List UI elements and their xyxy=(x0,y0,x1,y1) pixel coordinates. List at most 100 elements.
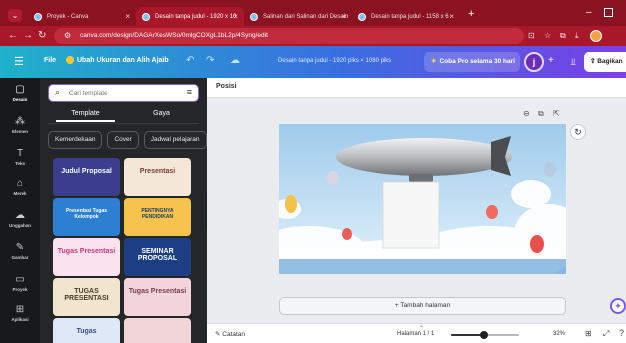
left-sidebar: ▢ Desain ⁂ Elemen T Teks ⌂ Merek ☁ Unggahan ✎ Gamba… xyxy=(0,78,40,343)
forward-arrow-icon[interactable]: → xyxy=(23,30,33,42)
menu-icon[interactable]: ☰ xyxy=(14,55,24,68)
new-tab-button[interactable]: + xyxy=(468,8,474,20)
add-people-icon[interactable]: + xyxy=(548,55,554,66)
resize-button[interactable]: Ubah Ukuran dan Alih Ajaib xyxy=(66,56,169,64)
template-thumbnail[interactable]: Presentasi xyxy=(124,158,191,196)
template-thumbnail[interactable]: TUGAS PRESENTASI xyxy=(53,278,120,316)
magic-assistant-icon[interactable]: ✦ xyxy=(610,298,626,314)
sea-band xyxy=(279,259,566,274)
filter-sliders-icon[interactable]: ≡ xyxy=(187,87,192,97)
rail-item-proyek[interactable]: ▭ Proyek xyxy=(0,274,40,292)
search-icon: ⌕ xyxy=(55,87,61,97)
browser-tab-proyek[interactable]: Proyek - Canva × xyxy=(28,7,136,26)
zoom-percentage[interactable]: 32% xyxy=(553,331,565,337)
chip-kemerdekaan[interactable]: Kemerdekaan xyxy=(48,131,103,149)
rail-item-label: Desain xyxy=(12,97,28,102)
editor-area: Posisi ⊖ ⧉ ⇱ ↻ + Tambah halaman ✦ ✎ Cata… xyxy=(207,78,626,343)
file-menu-button[interactable]: File xyxy=(44,57,56,64)
undo-icon[interactable]: ↶ xyxy=(186,55,194,66)
url-text: canva.com/design/DAGArXesWSo/0mlgCOXgL1b… xyxy=(80,32,268,39)
design-canvas[interactable] xyxy=(279,124,566,274)
zoom-slider[interactable] xyxy=(451,331,519,339)
tab-gaya[interactable]: Gaya xyxy=(124,108,199,120)
add-page-button[interactable]: + Tambah halaman xyxy=(279,297,566,315)
share-button[interactable]: ⇪ Bagikan xyxy=(584,52,626,72)
template-thumbnail[interactable]: Judul Proposal xyxy=(53,158,120,196)
editor-toolbar: Posisi xyxy=(207,78,626,98)
rail-item-gambar[interactable]: ✎ Gambar xyxy=(0,242,40,260)
tab-template[interactable]: Template xyxy=(48,108,123,122)
close-tab-icon[interactable]: × xyxy=(449,12,454,21)
user-avatar[interactable]: j xyxy=(524,52,544,72)
rail-item-label: Unggahan xyxy=(9,223,31,228)
translate-icon[interactable]: ⊡ xyxy=(528,31,535,40)
zoom-slider-fill xyxy=(451,334,484,336)
template-search[interactable]: ⌕ ≡ xyxy=(48,84,199,102)
template-title: Tugas Presentasi xyxy=(128,288,187,295)
reload-icon[interactable]: ↻ xyxy=(38,30,46,42)
tab-search-button[interactable]: ⌄ xyxy=(8,9,22,22)
template-thumbnail[interactable] xyxy=(124,318,191,343)
search-input[interactable] xyxy=(69,88,179,99)
rail-item-desain[interactable]: ▢ Desain xyxy=(0,82,40,102)
extensions-icon[interactable]: ⧉ xyxy=(560,31,566,41)
duplicate-page-icon[interactable]: ⧉ xyxy=(538,109,544,119)
editor-footer: ✎ Catatan ⌃ Halaman 1 / 1 32% ⊞ ⤢ ? xyxy=(207,323,626,343)
grid-view-icon[interactable]: ⊞ xyxy=(585,329,592,338)
insights-chart-icon[interactable]: ⫫ xyxy=(566,54,580,70)
chip-jadwal-pelajaran[interactable]: Jadwal pelajaran xyxy=(143,131,207,149)
lock-page-icon[interactable]: ⊖ xyxy=(523,109,530,118)
document-title[interactable]: Desain tanpa judul - 1920 piks × 1080 pi… xyxy=(278,58,391,64)
site-settings-icon[interactable]: ⚙ xyxy=(64,28,71,44)
browser-tab-strip: ⌄ Proyek - Canva × Desain tanpa judul - … xyxy=(0,0,626,26)
template-title: Tugas xyxy=(76,328,97,335)
chip-cover[interactable]: Cover xyxy=(107,131,139,149)
rail-item-label: Teks xyxy=(15,161,25,166)
template-thumbnail[interactable]: Tugas Presentasi xyxy=(124,278,191,316)
template-thumbnail[interactable]: Tugas Presentasi xyxy=(53,238,120,276)
fullscreen-icon[interactable]: ⤢ xyxy=(603,329,609,339)
rail-item-aplikasi[interactable]: ⊞ Aplikasi xyxy=(0,304,40,322)
rail-item-teks[interactable]: T Teks xyxy=(0,148,40,166)
rail-item-label: Merek xyxy=(13,191,27,196)
notes-button[interactable]: ✎ Catatan xyxy=(215,330,245,338)
close-tab-icon[interactable]: × xyxy=(341,12,346,21)
add-page-top-icon[interactable]: ⇱ xyxy=(553,109,560,118)
banner xyxy=(382,181,440,249)
canva-header: ☰ File Ubah Ukuran dan Alih Ajaib ↶ ↷ ☁ … xyxy=(0,46,626,78)
template-thumbnail[interactable]: PENTINGNYA PENDIDIKAN xyxy=(124,198,191,236)
browser-tab-salinan[interactable]: Salinan dari Salinan dari Desain × xyxy=(244,7,352,26)
template-panel: ⌕ ≡ Template Gaya Kemerdekaan Cover Jadw… xyxy=(40,78,207,343)
rail-item-elemen[interactable]: ⁂ Elemen xyxy=(0,116,40,134)
rail-item-unggahan[interactable]: ☁ Unggahan xyxy=(0,210,40,228)
browser-profile-avatar[interactable] xyxy=(590,30,602,42)
rail-desain-icon: ▢ xyxy=(15,84,25,95)
template-thumbnail[interactable]: Tugas xyxy=(53,318,120,343)
address-bar[interactable]: ⚙ canva.com/design/DAGArXesWSo/0mlgCOXgL… xyxy=(54,28,524,44)
position-button[interactable]: Posisi xyxy=(216,83,237,90)
browser-tab-desain[interactable]: Desain tanpa judul - 1920 x 10 × xyxy=(136,7,244,26)
bookmark-star-icon[interactable]: ☆ xyxy=(544,31,551,40)
close-tab-icon[interactable]: × xyxy=(125,12,130,21)
rail-unggahan-icon: ☁ xyxy=(15,210,25,221)
back-arrow-icon[interactable]: ← xyxy=(8,30,18,42)
browser-tab-desain-2[interactable]: Desain tanpa judul - 1158 x 6 × xyxy=(352,7,460,26)
minimize-window-button[interactable]: – xyxy=(586,7,592,18)
template-thumbnail[interactable]: SEMINAR PROPOSAL xyxy=(124,238,191,276)
help-icon[interactable]: ? xyxy=(619,328,624,338)
maximize-window-button[interactable] xyxy=(604,8,613,17)
redo-icon[interactable]: ↷ xyxy=(206,55,214,66)
page-indicator[interactable]: Halaman 1 / 1 xyxy=(397,331,434,337)
template-title: PENTINGNYA PENDIDIKAN xyxy=(141,208,174,220)
close-tab-icon[interactable]: × xyxy=(233,12,238,21)
cloud-saved-icon[interactable]: ☁ xyxy=(230,55,240,66)
downloads-icon[interactable]: ⤓ xyxy=(575,31,579,41)
try-pro-button[interactable]: ✶ Coba Pro selama 30 hari xyxy=(424,52,520,72)
canva-favicon-icon xyxy=(142,12,150,21)
rail-item-merek[interactable]: ⌂ Merek xyxy=(0,178,40,196)
refresh-icon[interactable]: ↻ xyxy=(570,124,586,140)
template-title: Tugas Presentasi xyxy=(57,248,116,255)
zoom-slider-handle[interactable] xyxy=(479,331,488,339)
canva-favicon-icon xyxy=(250,12,258,21)
template-thumbnail[interactable]: Presentasi Tugas Kelompok xyxy=(53,198,120,236)
